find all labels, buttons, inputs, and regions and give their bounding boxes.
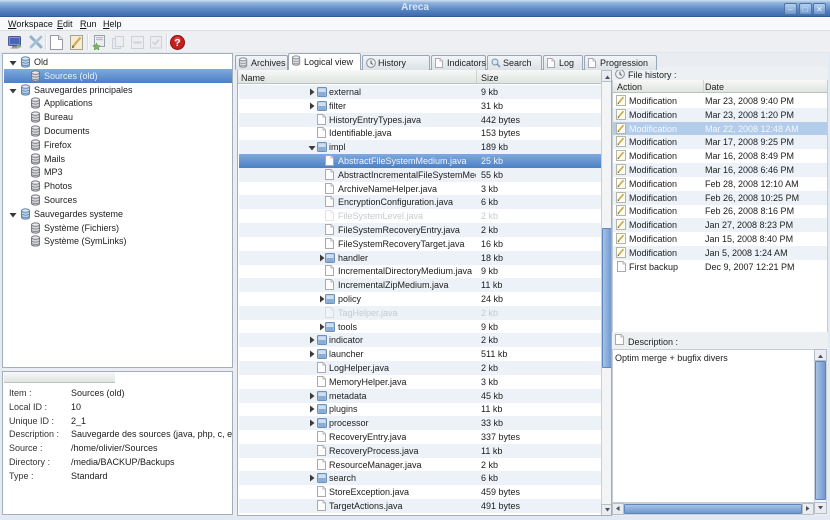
svg-text:?: ? — [174, 37, 180, 49]
